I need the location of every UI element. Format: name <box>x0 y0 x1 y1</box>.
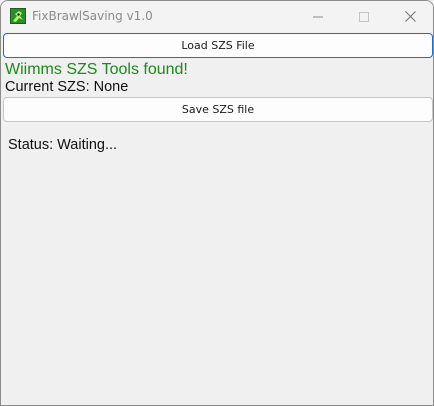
app-icon <box>10 8 26 24</box>
load-szs-button[interactable]: Load SZS File <box>3 33 433 58</box>
window-title: FixBrawlSaving v1.0 <box>32 9 153 23</box>
title-bar[interactable]: FixBrawlSaving v1.0 <box>1 1 433 32</box>
maximize-icon <box>359 7 369 26</box>
close-icon <box>404 7 416 26</box>
save-szs-button[interactable]: Save SZS file <box>3 97 433 122</box>
close-button[interactable] <box>387 1 433 32</box>
tools-found-label: Wiimms SZS Tools found! <box>5 61 188 78</box>
app-window: FixBrawlSaving v1.0 Load SZS File Wiimms… <box>0 0 434 406</box>
current-szs-label: Current SZS: None <box>5 79 129 95</box>
minimize-button[interactable] <box>295 1 341 32</box>
maximize-button[interactable] <box>341 1 387 32</box>
minimize-icon <box>313 7 323 26</box>
status-label: Status: Waiting... <box>8 137 118 153</box>
